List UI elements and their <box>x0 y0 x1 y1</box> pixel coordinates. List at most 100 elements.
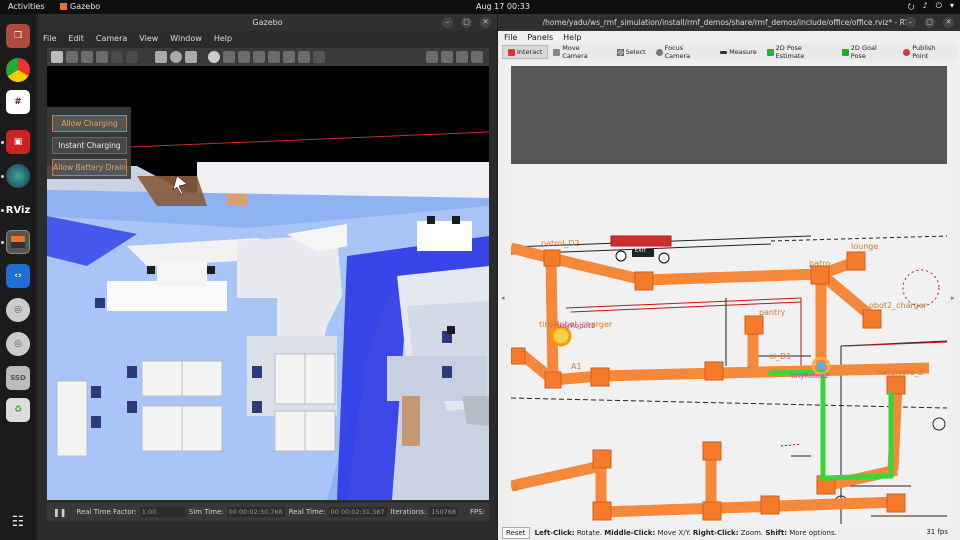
video-record-icon[interactable] <box>471 51 483 63</box>
network-icon: ⭮ <box>907 2 915 11</box>
rotate-icon[interactable] <box>81 51 93 63</box>
maximize-icon[interactable]: □ <box>461 17 472 28</box>
power-icon: ⏻ <box>935 1 942 10</box>
map-label-exit: EXIT <box>635 248 647 254</box>
paste-icon[interactable] <box>268 51 280 63</box>
chrome-icon[interactable] <box>6 58 30 82</box>
slack-icon[interactable]: # <box>6 90 30 114</box>
plot-icon[interactable] <box>456 51 468 63</box>
disk-icon[interactable]: ◎ <box>6 298 30 322</box>
map-label-b: B <box>513 484 519 493</box>
map-label-tinyrobot2: tinyRobot2 <box>791 372 830 380</box>
tool-move-camera[interactable]: Move Camera <box>548 44 611 60</box>
show-apps-icon[interactable]: ☷ <box>6 510 30 534</box>
tool-2d-pose-estimate[interactable]: 2D Pose Estimate <box>762 44 837 60</box>
vscode-icon[interactable]: ‹› <box>6 264 30 288</box>
tool-interact[interactable]: Interact <box>502 45 549 59</box>
copy-icon[interactable] <box>253 51 265 63</box>
redo-icon[interactable] <box>126 51 138 63</box>
menu-window[interactable]: Window <box>170 34 202 43</box>
tool-select[interactable]: Select <box>612 45 651 59</box>
minimize-icon[interactable]: – <box>442 17 453 28</box>
box-shape-icon[interactable] <box>155 51 167 63</box>
menu-edit[interactable]: Edit <box>68 34 84 43</box>
door-marker-icon <box>615 250 627 262</box>
active-app-name[interactable]: Gazebo <box>60 2 100 11</box>
disk-icon-2[interactable]: ◎ <box>6 332 30 356</box>
rviz-3d-viewport[interactable]: patrol_D2 EXIT lounge patro tinyRobot_ch… <box>511 66 947 524</box>
gazebo-dock-icon[interactable] <box>6 230 30 254</box>
allow-battery-drain-button[interactable]: Allow Battery Drain <box>52 159 127 176</box>
real-time-factor-label: Real Time Factor: <box>76 508 137 516</box>
pause-icon[interactable]: ❚❚ <box>53 508 66 517</box>
gazebo-title: Gazebo <box>252 18 283 27</box>
screenshot-icon[interactable] <box>426 51 438 63</box>
tool-measure[interactable]: Measure <box>715 45 762 59</box>
select-arrow-icon[interactable] <box>51 51 63 63</box>
align-icon[interactable] <box>283 51 295 63</box>
undo-icon[interactable] <box>111 51 123 63</box>
map-label-a1: A1 <box>571 362 582 371</box>
application-dock: ❐ # ▣ RViz ‹› ◎ ◎ SSD ♻ ☷ <box>0 14 37 540</box>
reset-button[interactable]: Reset <box>502 527 530 539</box>
terminal-red-icon[interactable]: ▣ <box>6 130 30 154</box>
map-label-patrol-d1: ol_D1 <box>769 352 792 361</box>
menu-panels[interactable]: Panels <box>527 33 553 42</box>
right-panel-collapse-icon[interactable]: ▸ <box>951 294 957 306</box>
door-marker-icon-2 <box>658 252 670 264</box>
menu-view[interactable]: View <box>139 34 158 43</box>
translate-icon[interactable] <box>66 51 78 63</box>
gazebo-title-bar[interactable]: Gazebo – □ ✕ <box>38 14 497 31</box>
tool-publish-point-label: Publish Point <box>912 44 936 60</box>
hint-shift: Shift: <box>765 529 787 537</box>
system-tray[interactable]: ⭮ ♪ ⏻ ▾ <box>908 1 954 15</box>
snap-icon[interactable] <box>298 51 310 63</box>
running-indicator <box>1 175 4 178</box>
rviz-title-bar[interactable]: /home/yadu/ws_rmf_simulation/install/rmf… <box>498 14 960 31</box>
pose-estimate-icon <box>766 48 774 56</box>
close-icon[interactable]: ✕ <box>943 17 954 28</box>
tool-focus-camera-label: Focus Camera <box>664 44 691 60</box>
rviz-icon[interactable]: RViz <box>6 198 31 222</box>
tool-publish-point[interactable]: Publish Point <box>898 44 958 60</box>
log-icon[interactable] <box>441 51 453 63</box>
focus-camera-icon <box>655 48 663 56</box>
sim-time-label: Sim Time: <box>188 508 224 516</box>
menu-help[interactable]: Help <box>563 33 581 42</box>
minimize-icon[interactable]: – <box>905 17 916 28</box>
clock[interactable]: Aug 17 00:33 <box>476 2 530 11</box>
allow-charging-button[interactable]: Allow Charging <box>52 115 127 132</box>
publish-point-icon <box>903 48 911 56</box>
rviz-window: /home/yadu/ws_rmf_simulation/install/rmf… <box>498 14 960 540</box>
running-indicator <box>1 141 4 144</box>
hint-left-action: Rotate. <box>576 529 602 537</box>
tool-2d-pose-estimate-label: 2D Pose Estimate <box>775 44 805 60</box>
menu-help[interactable]: Help <box>214 34 232 43</box>
close-icon[interactable]: ✕ <box>480 17 491 28</box>
sun-light-icon[interactable] <box>208 51 220 63</box>
active-app-label: Gazebo <box>70 2 101 11</box>
ssd-icon[interactable]: SSD <box>6 366 30 390</box>
files-icon[interactable]: ❐ <box>6 24 30 48</box>
view-angle-icon[interactable] <box>313 51 325 63</box>
menu-camera[interactable]: Camera <box>96 34 127 43</box>
sphere-shape-icon[interactable] <box>170 51 182 63</box>
tool-measure-label: Measure <box>729 48 757 56</box>
scale-icon[interactable] <box>96 51 108 63</box>
activities-button[interactable]: Activities <box>8 2 45 11</box>
cylinder-shape-icon[interactable] <box>185 51 197 63</box>
tool-focus-camera[interactable]: Focus Camera <box>651 44 715 60</box>
running-indicator <box>1 209 4 212</box>
menu-file[interactable]: File <box>43 34 56 43</box>
trash-icon[interactable]: ♻ <box>6 398 30 422</box>
tool-2d-goal-pose[interactable]: 2D Goal Pose <box>837 44 898 60</box>
maximize-icon[interactable]: □ <box>924 17 935 28</box>
menu-file[interactable]: File <box>504 33 517 42</box>
left-panel-collapse-icon[interactable]: ◂ <box>501 294 507 306</box>
point-light-icon[interactable] <box>223 51 235 63</box>
globe-icon[interactable] <box>6 164 30 188</box>
spot-light-icon[interactable] <box>238 51 250 63</box>
mouse-hint: Left-Click: Rotate. Middle-Click: Move X… <box>535 529 837 537</box>
gazebo-cube-icon <box>11 236 25 248</box>
instant-charging-button[interactable]: Instant Charging <box>52 137 127 154</box>
